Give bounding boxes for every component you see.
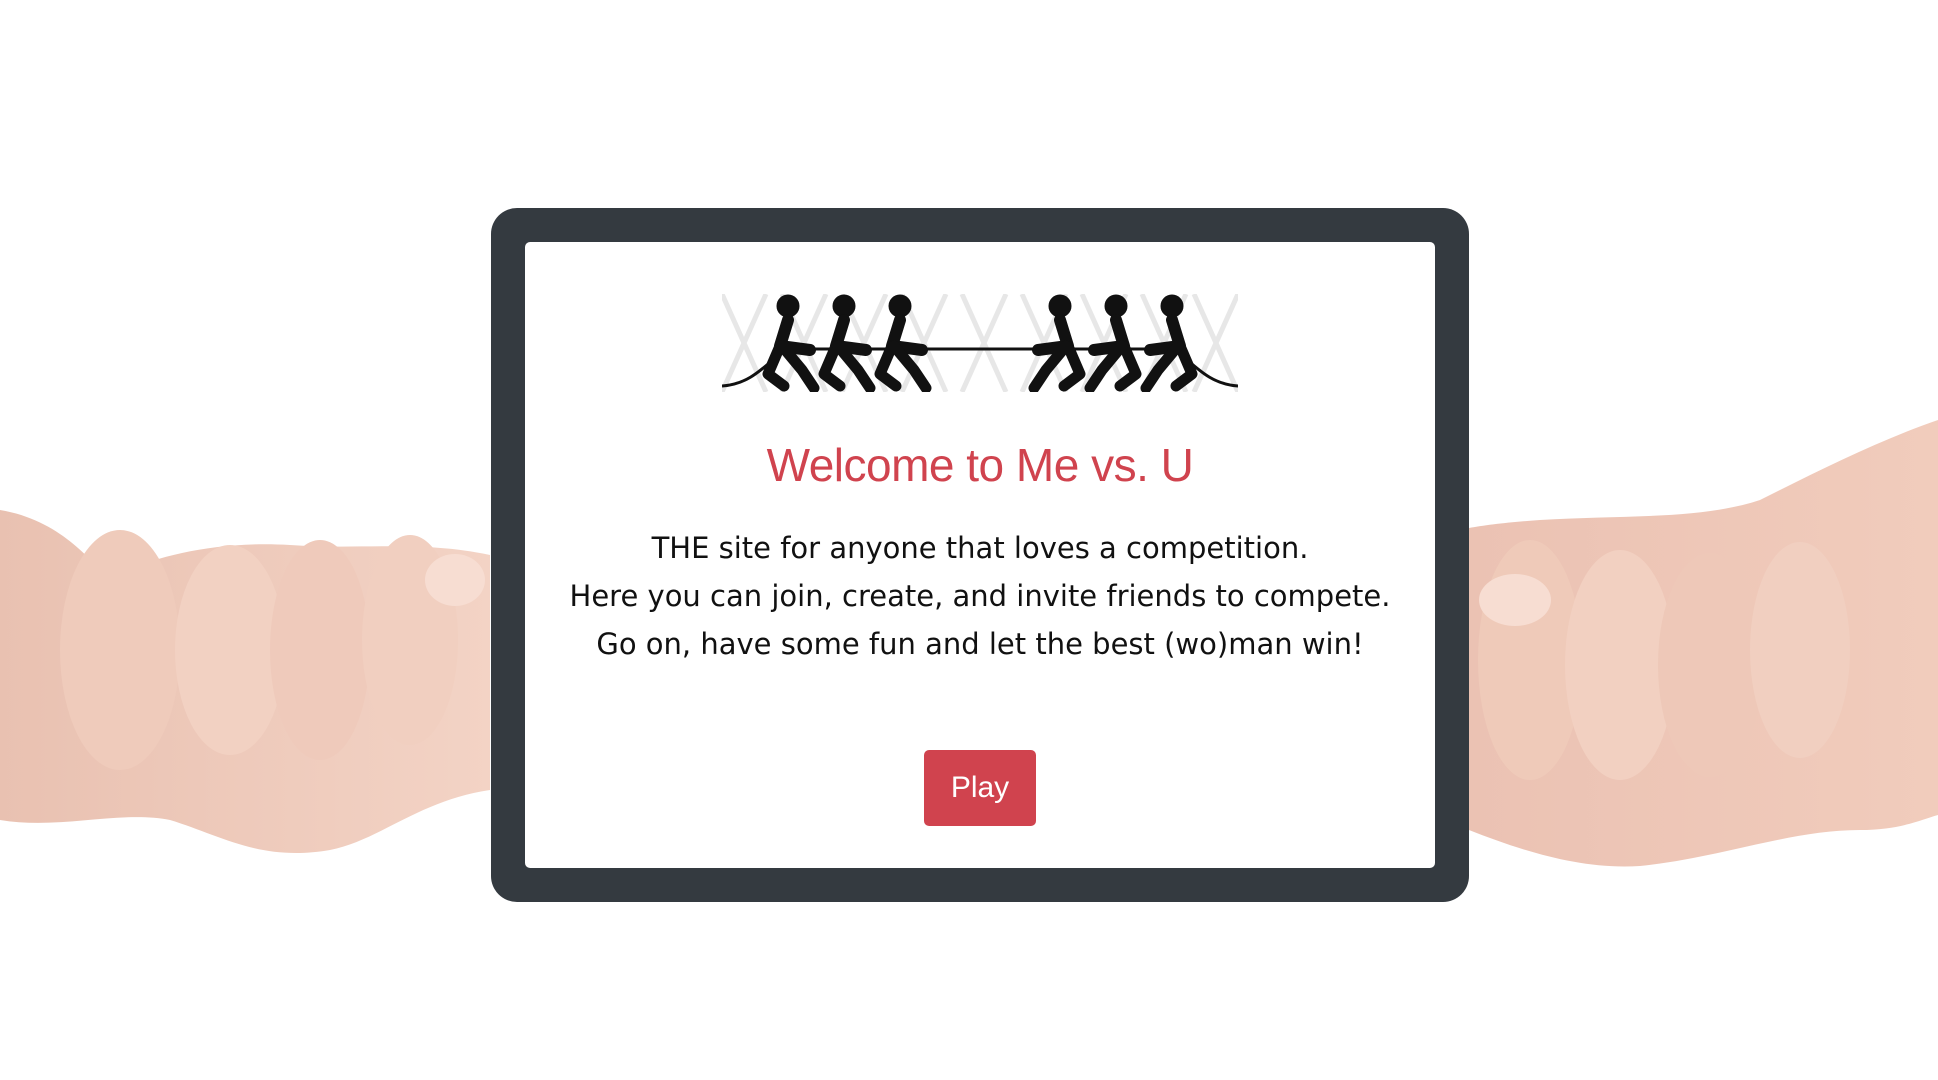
welcome-card-frame: Welcome to Me vs. U THE site for anyone … xyxy=(491,208,1469,902)
description-line: Here you can join, create, and invite fr… xyxy=(569,579,1391,613)
description-line: Go on, have some fun and let the best (w… xyxy=(596,627,1364,661)
welcome-description: THE site for anyone that loves a competi… xyxy=(525,524,1435,668)
welcome-card: Welcome to Me vs. U THE site for anyone … xyxy=(525,242,1435,868)
tug-of-war-icon xyxy=(722,294,1238,392)
left-hand xyxy=(0,510,490,853)
welcome-title: Welcome to Me vs. U xyxy=(766,439,1194,491)
description-line: THE site for anyone that loves a competi… xyxy=(651,531,1309,565)
play-button[interactable]: Play xyxy=(924,750,1036,826)
right-hand xyxy=(1469,420,1938,867)
